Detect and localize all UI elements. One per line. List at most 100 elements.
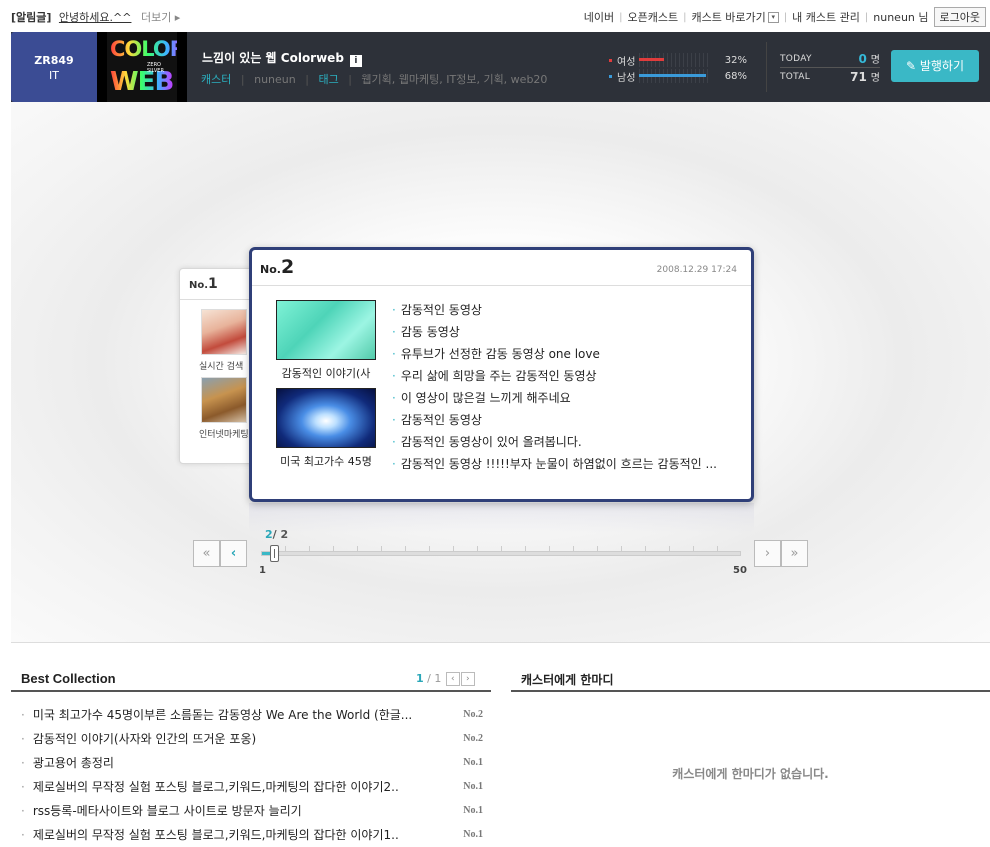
- post-link[interactable]: 감동적인 동영상: [392, 299, 737, 321]
- thumbnail-image[interactable]: [201, 377, 247, 423]
- slider-tick: [381, 546, 382, 551]
- rank-code: ZR849: [34, 54, 74, 67]
- slider-tick: [669, 546, 670, 551]
- best-collection-rule: [11, 690, 491, 692]
- female-dot: [609, 58, 612, 62]
- publish-button[interactable]: ✎ 발행하기: [891, 50, 979, 82]
- issue-slider-track[interactable]: [261, 551, 741, 556]
- top-nav: 네이버 | 오픈캐스트 | 캐스트 바로가기 ▾ | 내 캐스트 관리 | nu…: [584, 7, 986, 27]
- male-dot: [609, 74, 612, 78]
- post-link[interactable]: 유투브가 선정한 감동 동영상 one love: [392, 343, 737, 365]
- header-divider: [766, 42, 767, 92]
- post-link[interactable]: 감동적인 동영상: [392, 409, 737, 431]
- total-row: TOTAL 71 명: [780, 68, 880, 85]
- next-page-button[interactable]: ›: [754, 540, 781, 567]
- slider-min-label: 1: [259, 565, 266, 576]
- meta-separator: |: [240, 73, 245, 86]
- slider-tick: [621, 546, 622, 551]
- tag-label: 태그: [318, 73, 339, 86]
- nav-cast-shortcut[interactable]: 캐스트 바로가기: [691, 9, 765, 25]
- male-percent: 68%: [724, 70, 747, 82]
- post-link[interactable]: 이 영상이 많은걸 느끼게 해주네요: [392, 387, 737, 409]
- nav-opencast-link[interactable]: 오픈캐스트: [627, 9, 678, 25]
- chevron-down-icon[interactable]: ▾: [767, 11, 779, 23]
- thumbnail-caption[interactable]: 실시간 검색: [199, 359, 243, 372]
- notice-message-link[interactable]: 안녕하세요.^^: [59, 11, 132, 24]
- post-link[interactable]: 우리 삶에 희망을 주는 감동적인 동영상: [392, 365, 737, 387]
- best-collection-list: 미국 최고가수 45명이부른 소름돋는 감동영상 We Are the Worl…: [21, 703, 483, 847]
- cast-title-text: 느낌이 있는 웹 Colorweb: [202, 51, 344, 65]
- nav-naver-link[interactable]: 네이버: [584, 9, 614, 25]
- slider-tick: [309, 546, 310, 551]
- slider-tick: [525, 546, 526, 551]
- thumbnail-image[interactable]: [276, 388, 376, 448]
- nav-separator: |: [864, 11, 869, 23]
- list-item[interactable]: 제로실버의 무작정 실험 포스팅 블로그,키워드,마케팅의 잡다한 이야기2..…: [21, 775, 483, 799]
- prev-small-button[interactable]: ‹: [445, 672, 460, 686]
- nav-separator: |: [683, 11, 687, 23]
- total-label: TOTAL: [780, 71, 811, 82]
- nav-manage-link[interactable]: 내 캐스트 관리: [792, 9, 860, 25]
- slider-tick: [573, 546, 574, 551]
- post-link[interactable]: 감동적인 동영상이 있어 올려봅니다.: [392, 431, 737, 453]
- issue-card-2: No.2 2008.12.29 17:24 감동적인 이야기(사 미국 최고가수…: [249, 247, 754, 502]
- top-bar: [알림글] 안녕하세요.^^ 더보기 ▸ 네이버 | 오픈캐스트 | 캐스트 바…: [0, 0, 990, 32]
- cast-logo[interactable]: COLOR WEB ZERO SILVER: [97, 32, 187, 102]
- today-count: 0명: [858, 52, 880, 66]
- slider-tick: [501, 546, 502, 551]
- list-item[interactable]: 미국 최고가수 45명이부른 소름돋는 감동영상 We Are the Worl…: [21, 703, 483, 727]
- slider-tick: [429, 546, 430, 551]
- slider-tick: [477, 546, 478, 551]
- issue-slider-handle[interactable]: [270, 545, 279, 562]
- rank-category: IT: [49, 69, 59, 82]
- thumbnail-caption[interactable]: 감동적인 이야기(사: [270, 365, 382, 381]
- meta-separator: |: [348, 73, 352, 86]
- page-indicator: 2/ 2: [265, 528, 289, 541]
- female-label: 여성: [617, 56, 636, 68]
- visitor-stats: TODAY 0명 TOTAL 71 명: [780, 50, 880, 85]
- gender-row-male: 남성 68%: [609, 68, 747, 84]
- issue-card-1[interactable]: No.1 실시간 검색 인터넷마케팅: [179, 268, 260, 464]
- card-divider: [180, 299, 260, 300]
- list-item[interactable]: rss등록-메타사이트와 블로그 사이트로 방문자 늘리기No.1: [21, 799, 483, 823]
- issue-date: 2008.12.29 17:24: [656, 265, 737, 275]
- logo-image: COLOR WEB ZERO SILVER: [107, 32, 177, 102]
- slider-tick: [645, 546, 646, 551]
- thumbnail-caption[interactable]: 미국 최고가수 45명: [270, 453, 382, 469]
- issue-number: No.2: [260, 256, 295, 278]
- post-link[interactable]: 감동적인 동영상 !!!!!부자 눈물이 하염없이 흐르는 감동적인 ...: [392, 453, 737, 475]
- thumbnail-image[interactable]: [276, 300, 376, 360]
- next-small-button[interactable]: ›: [460, 672, 475, 686]
- female-bar: [639, 53, 709, 67]
- total-count: 71 명: [850, 70, 880, 84]
- notice-more-link[interactable]: 더보기 ▸: [141, 11, 180, 24]
- info-icon[interactable]: i: [349, 55, 362, 67]
- slider-tick: [405, 546, 406, 551]
- caster-name[interactable]: nuneun: [254, 73, 296, 86]
- male-bar-fill: [639, 74, 706, 77]
- first-page-button[interactable]: «: [193, 540, 220, 567]
- thumbnail-image[interactable]: [201, 309, 247, 355]
- last-page-button[interactable]: »: [781, 540, 808, 567]
- post-list: 감동적인 동영상 감동 동영상 유투브가 선정한 감동 동영상 one love…: [392, 299, 737, 475]
- slider-tick: [693, 546, 694, 551]
- thumbnail-caption[interactable]: 인터넷마케팅: [199, 427, 249, 440]
- section-divider: [11, 642, 990, 643]
- slider-tick: [357, 546, 358, 551]
- gender-row-female: 여성 32%: [609, 52, 747, 68]
- post-link[interactable]: 감동 동영상: [392, 321, 737, 343]
- list-item[interactable]: 감동적인 이야기(사자와 인간의 뜨거운 포옹)No.2: [21, 727, 483, 751]
- prev-page-button[interactable]: ‹: [220, 540, 247, 567]
- cast-title: 느낌이 있는 웹 Colorweb i: [202, 49, 362, 67]
- slider-tick: [333, 546, 334, 551]
- logout-button[interactable]: 로그아웃: [933, 7, 986, 27]
- list-item[interactable]: 제로실버의 무작정 실험 포스팅 블로그,키워드,마케팅의 잡다한 이야기1..…: [21, 823, 483, 847]
- slider-tick: [453, 546, 454, 551]
- best-collection-title: Best Collection: [21, 671, 116, 686]
- list-item[interactable]: 광고용어 총정리No.1: [21, 751, 483, 775]
- slider-max-label: 50: [733, 565, 747, 576]
- nav-separator: |: [783, 11, 788, 23]
- tag-list[interactable]: 웹기획, 웹마케팅, IT정보, 기획, web20: [361, 73, 547, 86]
- logo-subtext: ZERO SILVER: [147, 62, 164, 74]
- meta-separator: |: [305, 73, 309, 86]
